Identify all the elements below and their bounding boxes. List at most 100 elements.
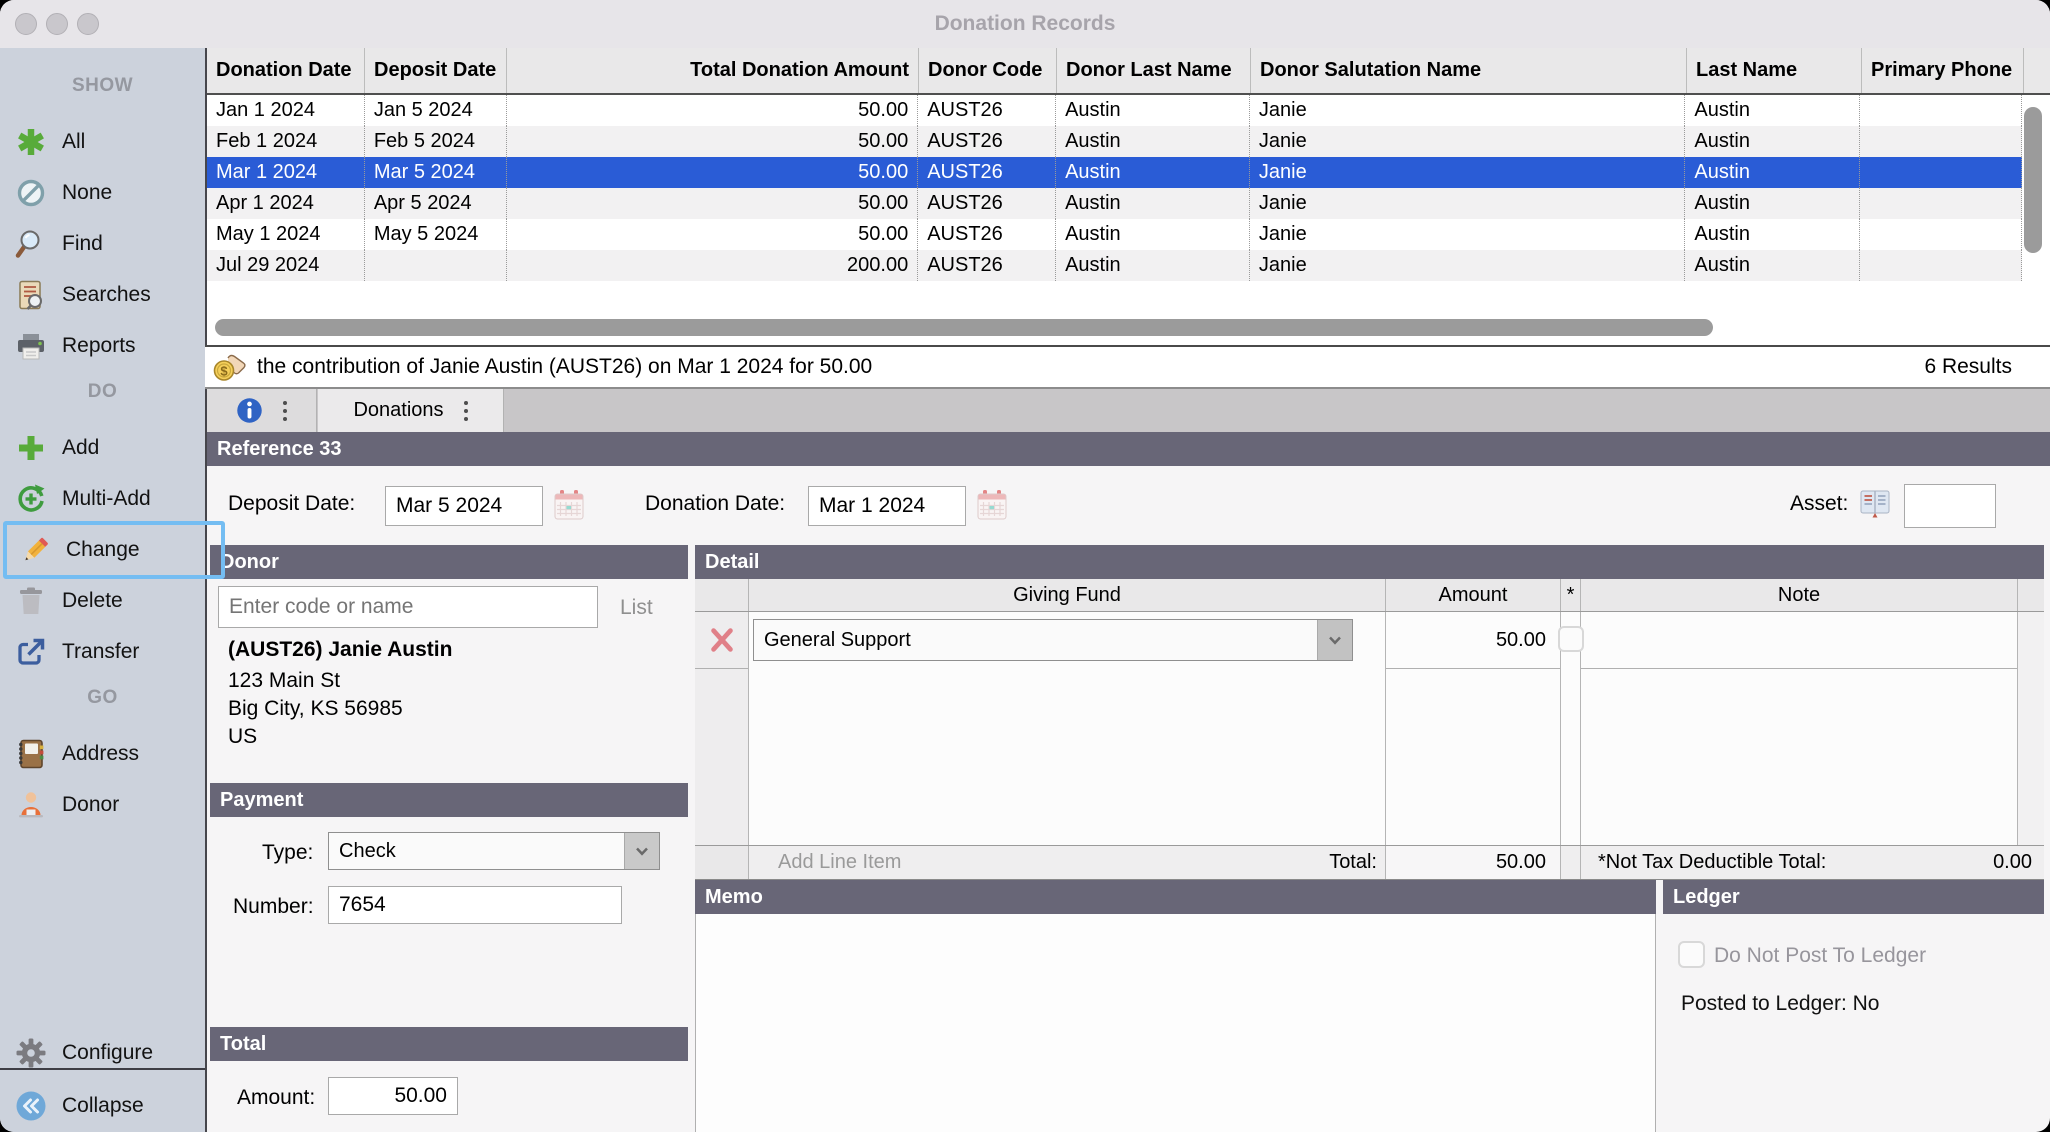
tab-menu-icon[interactable] [464, 401, 468, 421]
total-section-header: Total [210, 1027, 688, 1061]
deposit-calendar-icon[interactable] [552, 488, 586, 522]
table-row-selected[interactable]: Mar 1 2024Mar 5 202450.00AUST26AustinJan… [207, 157, 2022, 188]
chevron-down-icon[interactable] [624, 833, 659, 869]
detail-grid-body: General Support 50.00 [695, 612, 2044, 845]
memo-textarea[interactable] [695, 914, 1656, 1132]
chevron-down-icon[interactable] [1317, 620, 1352, 660]
donation-date-label: Donation Date: [645, 492, 785, 516]
sidebar-item-find[interactable]: Find [0, 219, 205, 269]
column-header-label: Donor Code [928, 48, 1042, 93]
deposit-date-input[interactable] [385, 486, 543, 526]
transfer-icon [15, 636, 47, 668]
close-window-button[interactable] [15, 13, 37, 35]
results-count: 6 Results [1924, 355, 2012, 379]
tab-donations[interactable]: Donations [318, 389, 504, 432]
line-item-note[interactable] [1581, 612, 2017, 669]
payment-number-label: Number: [233, 895, 314, 919]
table-cell: AUST26 [918, 188, 1056, 219]
donation-records-window: Donation Records SHOWAllNoneFindSearches… [0, 0, 2050, 1132]
sidebar-item-reports[interactable]: Reports [0, 321, 205, 371]
person-icon [15, 789, 47, 821]
table-cell: May 1 2024 [207, 219, 365, 250]
magnifier-icon [15, 228, 47, 260]
column-header-primary-phone[interactable]: Primary Phone [1862, 48, 2024, 93]
sidebar-item-delete[interactable]: Delete [0, 576, 205, 626]
donor-search-input[interactable] [218, 586, 598, 628]
table-cell: Austin [1685, 126, 1860, 157]
table-cell: Jan 5 2024 [365, 95, 507, 126]
trash-icon [15, 585, 47, 617]
column-header-donation-date[interactable]: Donation Date [207, 48, 365, 93]
sidebar-item-collapse[interactable]: Collapse [0, 1081, 205, 1131]
vertical-scrollbar-thumb[interactable] [2024, 107, 2042, 253]
table-cell [1860, 188, 2022, 219]
sidebar-item-configure[interactable]: Configure [0, 1028, 205, 1078]
table-cell: Austin [1056, 157, 1250, 188]
not-tax-deductible-total-value: 0.00 [1993, 846, 2044, 879]
results-table-rows: Jan 1 2024Jan 5 202450.00AUST26AustinJan… [207, 95, 2022, 281]
sidebar-item-donor[interactable]: Donor [0, 780, 205, 830]
asset-input[interactable] [1904, 484, 1996, 528]
table-cell: May 5 2024 [365, 219, 507, 250]
donation-calendar-icon[interactable] [975, 488, 1009, 522]
table-cell: Austin [1685, 250, 1860, 281]
table-row[interactable]: Feb 1 2024Feb 5 202450.00AUST26AustinJan… [207, 126, 2022, 157]
address-book-icon [15, 738, 47, 770]
do-not-post-checkbox[interactable] [1678, 941, 1705, 968]
donation-date-input[interactable] [808, 486, 966, 526]
sidebar-item-multi-add[interactable]: Multi-Add [0, 474, 205, 524]
donor-address-line: 123 Main St [228, 669, 340, 693]
column-header-deposit-date[interactable]: Deposit Date [365, 48, 507, 93]
table-cell: Janie [1250, 95, 1686, 126]
total-amount-input[interactable] [328, 1077, 458, 1115]
total-amount-label: Amount: [237, 1086, 315, 1110]
table-row[interactable]: May 1 2024May 5 202450.00AUST26AustinJan… [207, 219, 2022, 250]
detail-total-value: 50.00 [1386, 846, 1561, 879]
donor-address-line: US [228, 725, 257, 749]
table-cell: Austin [1056, 95, 1250, 126]
sidebar-item-add[interactable]: Add [0, 423, 205, 473]
detail-amount-column: 50.00 [1386, 612, 1561, 845]
table-cell: Austin [1056, 126, 1250, 157]
payment-number-input[interactable] [328, 886, 622, 924]
sidebar-item-all[interactable]: All [0, 117, 205, 167]
horizontal-scrollbar-thumb[interactable] [215, 319, 1713, 336]
table-row[interactable]: Apr 1 2024Apr 5 202450.00AUST26AustinJan… [207, 188, 2022, 219]
donor-address-line: Big City, KS 56985 [228, 697, 403, 721]
line-item-amount[interactable]: 50.00 [1386, 612, 1560, 669]
sidebar-item-transfer[interactable]: Transfer [0, 627, 205, 677]
table-row[interactable]: Jan 1 2024Jan 5 202450.00AUST26AustinJan… [207, 95, 2022, 126]
column-header-donor-salutation-name[interactable]: Donor Salutation Name [1251, 48, 1687, 93]
detail-ntd-flag-header: * [1561, 579, 1581, 611]
delete-line-item-icon[interactable] [707, 625, 737, 655]
donor-list-button[interactable]: List [620, 596, 653, 620]
sidebar-item-searches[interactable]: Searches [0, 270, 205, 320]
sidebar-item-none[interactable]: None [0, 168, 205, 218]
giving-fund-select[interactable]: General Support [753, 619, 1353, 661]
tab-info[interactable] [207, 389, 317, 432]
detail-amount-header: Amount [1386, 579, 1561, 611]
sidebar-item-address[interactable]: Address [0, 729, 205, 779]
column-header-donor-last-name[interactable]: Donor Last Name [1057, 48, 1251, 93]
add-line-item-button[interactable]: Add Line Item [778, 846, 901, 879]
column-header-last-name[interactable]: Last Name [1687, 48, 1862, 93]
sidebar-item-label: Configure [62, 1041, 153, 1065]
asset-book-icon[interactable] [1858, 486, 1892, 520]
sidebar-item-change[interactable]: Change [3, 521, 225, 579]
not-tax-deductible-checkbox[interactable] [1558, 626, 1584, 652]
table-row[interactable]: Jul 29 2024200.00AUST26AustinJanieAustin [207, 250, 2022, 281]
tab-donations-label: Donations [353, 399, 443, 422]
table-cell: AUST26 [918, 219, 1056, 250]
ledger-section-header: Ledger [1663, 880, 2044, 914]
column-header-total-donation-amount[interactable]: Total Donation Amount [507, 48, 919, 93]
sidebar-item-label: Collapse [62, 1094, 144, 1118]
tab-menu-icon[interactable] [283, 401, 287, 421]
table-cell: AUST26 [918, 157, 1056, 188]
results-table-header: Donation DateDeposit DateTotal Donation … [207, 48, 2050, 95]
table-cell: Apr 5 2024 [365, 188, 507, 219]
zoom-window-button[interactable] [77, 13, 99, 35]
minimize-window-button[interactable] [46, 13, 68, 35]
column-header-donor-code[interactable]: Donor Code [919, 48, 1057, 93]
sidebar-divider [0, 1068, 205, 1070]
payment-type-select[interactable]: Check [328, 832, 660, 870]
